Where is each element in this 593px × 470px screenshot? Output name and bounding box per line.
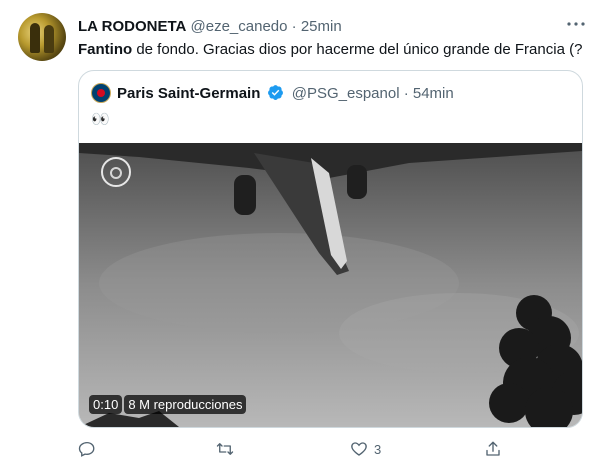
video-info-badge: 0:10 8 M reproducciones [89,395,247,414]
quoted-timestamp[interactable]: 54min [413,85,454,102]
heart-icon [350,440,368,458]
author-handle[interactable]: @eze_canedo [191,18,288,35]
video-views: 8 M reproducciones [124,395,247,414]
quoted-header: Paris Saint-Germain @PSG_espanol · 54min [117,84,454,106]
avatar-figure [44,25,54,53]
psg-watermark-logo [101,157,131,187]
share-icon [484,440,502,458]
avatar-figure [30,23,40,53]
verified-badge-icon [267,84,284,106]
quoted-author-name[interactable]: Paris Saint-Germain [117,85,260,102]
video-frame [79,143,582,427]
separator-dot: · [403,85,409,102]
retweet-icon [215,440,235,458]
quoted-text: 👀 [91,111,110,128]
author-avatar[interactable] [18,13,66,61]
tweet-text: Fantino de fondo. Gracias dios por hacer… [78,40,582,60]
retweet-button[interactable] [215,440,235,458]
psg-avatar[interactable] [91,83,111,103]
reply-icon [78,440,96,458]
separator-dot: · [291,18,297,35]
share-button[interactable] [484,440,502,458]
tweet-timestamp[interactable]: 25min [301,18,342,35]
quoted-tweet[interactable]: Paris Saint-Germain @PSG_espanol · 54min… [78,70,583,428]
video-player[interactable]: 0:10 8 M reproducciones [79,143,582,427]
action-bar: 3 [78,440,583,462]
tweet-header: LA RODONETA @eze_canedo · 25min [78,18,342,36]
tweet-text-bold: Fantino [78,41,133,58]
quoted-author-handle[interactable]: @PSG_espanol [292,85,400,102]
video-duration: 0:10 [89,395,123,414]
like-button[interactable]: 3 [350,440,381,458]
like-count: 3 [374,441,382,457]
author-name[interactable]: LA RODONETA [78,18,186,35]
tweet-text-body: de fondo. Gracias dios por hacerme del ú… [132,41,583,58]
more-options-icon[interactable] [566,14,586,34]
reply-button[interactable] [78,440,96,458]
